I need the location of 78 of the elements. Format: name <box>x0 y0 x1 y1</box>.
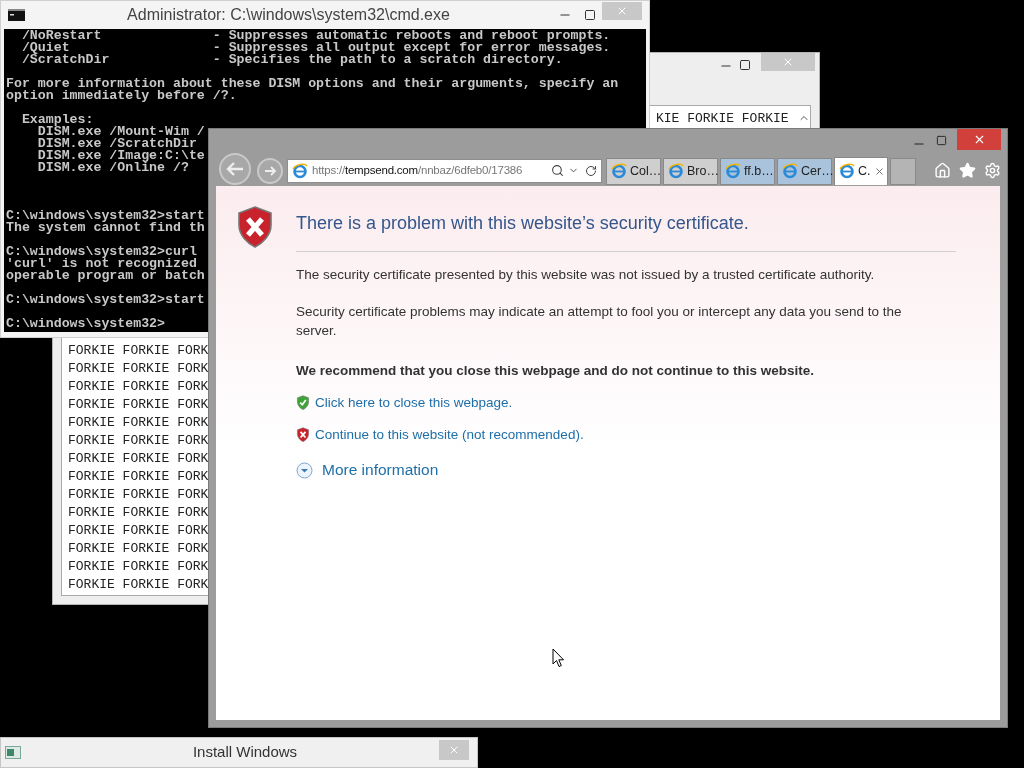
security-warning-icon <box>235 205 275 249</box>
maximize-icon[interactable] <box>584 9 596 21</box>
close-button[interactable] <box>957 129 1001 150</box>
text-line: FORKIE FORKIE FORK <box>68 468 209 486</box>
page-link[interactable]: Click here to close this webpage. <box>315 393 513 412</box>
text-line: FORKIE FORKIE FORK <box>68 342 209 360</box>
browser-logo-icon <box>839 163 855 179</box>
settings-icon[interactable] <box>984 162 1001 179</box>
text-line: FORKIE FORKIE FORK <box>68 504 209 522</box>
more-information-link[interactable]: More information <box>322 460 439 480</box>
text-line: FORKIE FORKIE FORK <box>68 486 209 504</box>
console-line: Examples: <box>20 114 94 126</box>
console-line: DISM.exe /Image:C:\te <box>36 150 205 162</box>
paragraph: Security certificate problems may indicate an attempt to fool you or intercept any data you send to the server. <box>296 303 903 340</box>
console-line: /Quiet - Suppresses all output except for error messages. <box>20 42 611 54</box>
page-link[interactable]: Continue to this website (not recommended). <box>315 425 584 444</box>
shield-check-icon <box>296 394 310 411</box>
paragraph: The security certificate presented by this website was not issued by a trusted certificate authority. <box>296 266 876 284</box>
console-line: /ScratchDir - Specifies the path to a scratch directory. <box>20 54 563 66</box>
installer-icon <box>5 746 21 759</box>
home-icon[interactable] <box>934 162 951 179</box>
close-tab-icon[interactable] <box>873 165 885 177</box>
forward-arrow-icon <box>263 165 277 176</box>
browser-tab[interactable]: Bro… <box>663 157 718 185</box>
browser-logo-icon <box>611 163 627 179</box>
console-line: DISM.exe /Online /? <box>36 162 189 174</box>
text-line: FORKIE FORKIE FORK <box>68 360 209 378</box>
window-title: Administrator: C:\windows\system32\cmd.exe <box>127 5 450 25</box>
page-heading: There is a problem with this website’s security certificate. <box>296 212 750 235</box>
back-arrow-icon <box>226 161 244 176</box>
refresh-icon[interactable] <box>585 164 597 177</box>
text-line: FORKIE FORKIE FORK <box>68 432 209 450</box>
console-line: DISM.exe /ScratchDir <box>36 138 197 150</box>
text-line: KIE FORKIE FORKIE <box>656 110 789 128</box>
text-line: FORKIE FORKIE FORK <box>68 396 209 414</box>
maximize-icon[interactable] <box>739 59 751 71</box>
browser-tab[interactable]: Cer… <box>777 157 832 185</box>
text-line: FORKIE FORKIE FORK <box>68 576 209 594</box>
text-line: FORKIE FORKIE FORK <box>68 540 209 558</box>
text-line: FORKIE FORKIE FORK <box>68 378 209 396</box>
text-line: FORKIE FORKIE FORK <box>68 414 209 432</box>
console-line: 'curl' is not recognized <box>6 258 197 270</box>
new-tab-button[interactable] <box>890 157 916 185</box>
console-line: C:\windows\system32>start <box>6 294 205 306</box>
forward-button[interactable] <box>257 157 283 184</box>
console-line: For more information about these DISM options and their arguments, specify an <box>6 78 619 90</box>
close-icon <box>616 5 628 17</box>
console-line: C:\windows\system32>curl <box>6 246 197 258</box>
browser-tab[interactable]: ff.b… <box>720 157 775 185</box>
url-text: https://tempsend.com/nnbaz/6dfeb0/17386 <box>312 162 524 178</box>
console-line: option immediately before /?. <box>6 90 237 102</box>
browser-logo-icon <box>782 163 798 179</box>
console-line: /NoRestart - Suppresses automatic reboots and reboot prompts. <box>20 30 611 42</box>
console-line: C:\windows\system32>start <box>6 210 205 222</box>
close-button[interactable] <box>439 739 469 760</box>
console-line: operable program or batch <box>6 270 205 282</box>
console-icon <box>8 9 25 21</box>
text-line: FORKIE FORKIE FORK <box>68 558 209 576</box>
browser-tab[interactable]: C. <box>834 156 888 185</box>
browser-logo-icon <box>668 163 684 179</box>
search-icon[interactable] <box>551 164 564 177</box>
shield-cross-icon <box>296 426 310 443</box>
mouse-pointer-icon <box>552 648 565 668</box>
close-icon <box>782 56 794 68</box>
address-bar[interactable]: https://tempsend.com/nnbaz/6dfeb0/17386 <box>287 158 602 183</box>
browser-logo-icon <box>292 162 308 179</box>
expand-icon[interactable] <box>296 461 313 479</box>
favorites-icon[interactable] <box>959 162 976 179</box>
back-button[interactable] <box>219 152 251 185</box>
browser-logo-icon <box>725 163 741 179</box>
text-line: FORKIE FORKIE FORK <box>68 450 209 468</box>
console-line: The system cannot find th <box>6 222 205 234</box>
console-line: DISM.exe /Mount-Wim / <box>37 126 205 138</box>
browser-tab[interactable]: Col… <box>606 157 661 185</box>
console-line: C:\windows\system32> <box>6 318 166 330</box>
text-line: FORKIE FORKIE FORK <box>68 522 209 540</box>
window-title: Install Windows <box>192 742 298 763</box>
recommendation-text: We recommend that you close this webpage and do not continue to this website. <box>296 362 816 380</box>
